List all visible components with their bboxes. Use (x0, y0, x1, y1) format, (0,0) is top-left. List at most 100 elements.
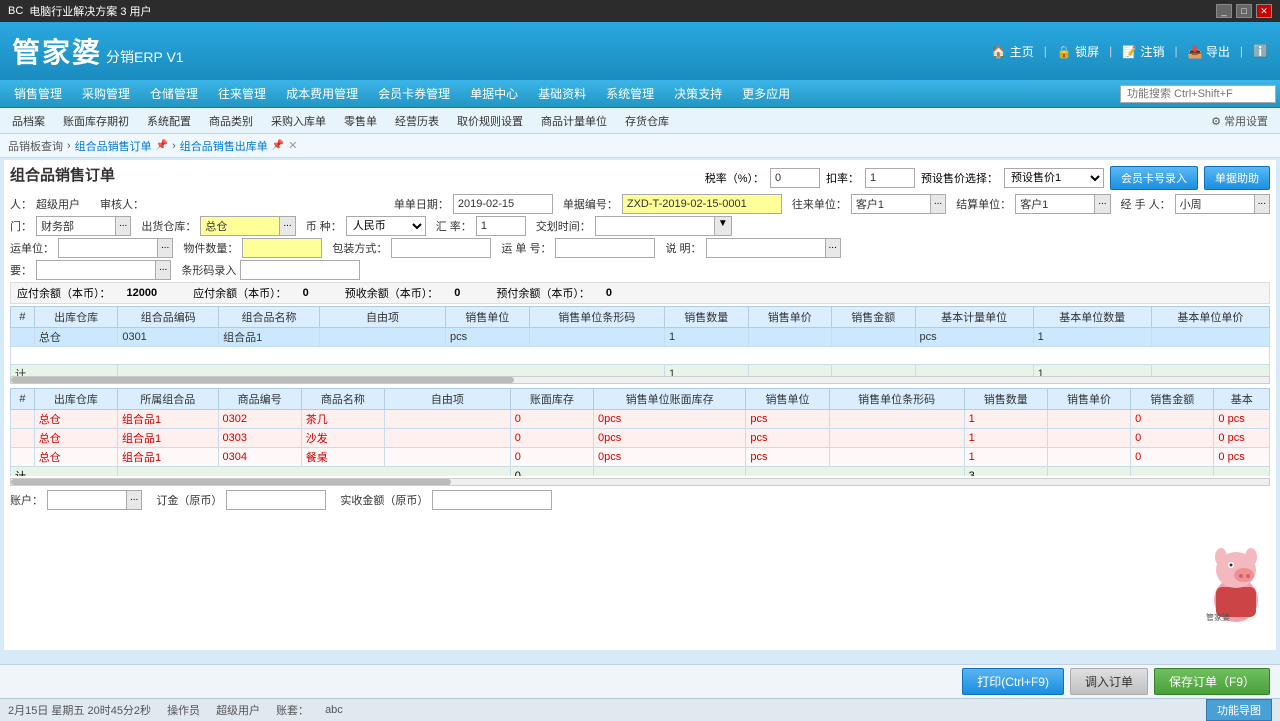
restore-btn[interactable]: □ (1236, 4, 1252, 18)
menu-sales[interactable]: 销售管理 (4, 80, 72, 108)
menu-decision[interactable]: 决策支持 (664, 80, 732, 108)
bottom-table-row[interactable]: 总仓 组合品1 0304 餐桌 0 0pcs pcs 1 0 0 pcs (11, 448, 1270, 467)
to-unit-btn[interactable]: ... (931, 194, 946, 214)
save-btn[interactable]: 保存订单（F9） (1154, 668, 1270, 695)
require-btn[interactable]: ... (156, 260, 171, 280)
pack-input[interactable] (391, 238, 491, 258)
sub-btn-config[interactable]: 系统配置 (139, 111, 199, 131)
barcode-input[interactable] (240, 260, 360, 280)
logo-sub: 分销ERP V1 (106, 47, 184, 67)
lock-nav[interactable]: 🔒 锁屏 (1057, 43, 1099, 60)
breadcrumb-item-1[interactable]: 品销板查询 (8, 138, 63, 154)
total-label: 计 (11, 365, 118, 377)
table-row[interactable]: 总仓 0301 组合品1 pcs 1 pcs 1 (11, 328, 1270, 347)
sub-btn-retail[interactable]: 零售单 (336, 111, 385, 131)
bcell-unit: pcs (746, 448, 829, 467)
menu-costs[interactable]: 成本费用管理 (276, 80, 368, 108)
price-select[interactable]: 预设售价1 (1004, 168, 1104, 188)
sub-btn-category[interactable]: 商品类别 (201, 111, 261, 131)
ship-no-label: 运 单 号： (501, 240, 551, 256)
to-unit-input[interactable] (851, 194, 931, 214)
sub-btn-warehouse[interactable]: 存货仓库 (617, 111, 677, 131)
order-amt-input[interactable] (226, 490, 326, 510)
menu-more[interactable]: 更多应用 (732, 80, 800, 108)
th-combo-name: 组合品名称 (219, 307, 320, 328)
bcell-warehouse: 总仓 (34, 410, 117, 429)
sub-btn-pricing[interactable]: 取价规则设置 (449, 111, 531, 131)
minimize-btn[interactable]: _ (1216, 4, 1232, 18)
dept-btn[interactable]: ... (116, 216, 131, 236)
bcell-stock: 0 (510, 429, 593, 448)
account-btn[interactable]: ... (127, 490, 142, 510)
shipping-unit-input[interactable] (58, 238, 158, 258)
menu-member[interactable]: 会员卡券管理 (368, 80, 460, 108)
sub-btn-init[interactable]: 账面库存期初 (55, 111, 137, 131)
status-account-label: 账套： (276, 702, 309, 718)
parts-qty-input[interactable] (242, 238, 322, 258)
bcell-combo: 组合品1 (118, 448, 219, 467)
account-input[interactable] (47, 490, 127, 510)
menu-purchase[interactable]: 采购管理 (72, 80, 140, 108)
sub-btn-purchase[interactable]: 采购入库单 (263, 111, 334, 131)
settings-btn[interactable]: ⚙ 常用设置 (1203, 111, 1276, 131)
exchange-input[interactable] (476, 216, 526, 236)
th-base-price: 基本单位单价 (1151, 307, 1269, 328)
discount-input[interactable] (865, 168, 915, 188)
home-nav[interactable]: 🏠 主页 (991, 43, 1033, 60)
remark-input[interactable] (706, 238, 826, 258)
member-card-btn[interactable]: 会员卡号录入 (1110, 166, 1198, 190)
bottom-table-row[interactable]: 总仓 组合品1 0303 沙发 0 0pcs pcs 1 0 0 pcs (11, 429, 1270, 448)
bcell-amount: 0 (1131, 429, 1214, 448)
shipping-unit-btn[interactable]: ... (158, 238, 173, 258)
bcell-name: 茶几 (301, 410, 384, 429)
bcell-free (385, 410, 511, 429)
require-input[interactable] (36, 260, 156, 280)
function-search[interactable] (1120, 85, 1276, 103)
menu-warehouse[interactable]: 仓储管理 (140, 80, 208, 108)
info-nav[interactable]: ℹ️ (1253, 44, 1268, 58)
warehouse-input[interactable] (200, 216, 280, 236)
warehouse-btn[interactable]: ... (280, 216, 295, 236)
manager-btn[interactable]: ... (1255, 194, 1270, 214)
print-btn[interactable]: 打印(Ctrl+F9) (962, 668, 1064, 695)
export-nav[interactable]: 📤 导出 (1188, 43, 1230, 60)
import-btn[interactable]: 调入订单 (1070, 668, 1148, 695)
close-btn[interactable]: ✕ (1256, 4, 1272, 18)
dept-input[interactable] (36, 216, 116, 236)
tax-rate-input[interactable] (770, 168, 820, 188)
status-operator-label: 操作员 (167, 702, 200, 718)
ship-no-input[interactable] (555, 238, 655, 258)
cell-price (748, 328, 832, 347)
breadcrumb-icon-2: 📌 (156, 140, 168, 151)
breadcrumb-item-2[interactable]: 组合品销售订单 (75, 138, 152, 154)
exchange-time-input[interactable] (595, 216, 715, 236)
manager-input[interactable] (1175, 194, 1255, 214)
actual-amt-input[interactable] (432, 490, 552, 510)
sub-btn-archive[interactable]: 品档案 (4, 111, 53, 131)
breadcrumb-close-3[interactable]: ✕ (288, 139, 297, 152)
date-input[interactable] (453, 194, 553, 214)
bottom-table-row[interactable]: 总仓 组合品1 0302 茶几 0 0pcs pcs 1 0 0 pcs (11, 410, 1270, 429)
breadcrumb-item-3[interactable]: 组合品销售出库单 (180, 138, 268, 154)
exchange-time-btn[interactable]: ▼ (715, 216, 732, 236)
menu-system[interactable]: 系统管理 (596, 80, 664, 108)
remark-btn[interactable]: ... (826, 238, 841, 258)
menu-basic[interactable]: 基础资料 (528, 80, 596, 108)
sub-btn-unit[interactable]: 商品计量单位 (533, 111, 615, 131)
function-map-btn[interactable]: 功能导图 (1206, 699, 1272, 721)
menu-contacts[interactable]: 往来管理 (208, 80, 276, 108)
logout-nav[interactable]: 📝 注销 (1122, 43, 1164, 60)
assist-btn[interactable]: 单据助助 (1204, 166, 1270, 190)
settle-unit-btn[interactable]: ... (1095, 194, 1110, 214)
settle-unit-input[interactable] (1015, 194, 1095, 214)
sub-btn-history[interactable]: 经营历表 (387, 111, 447, 131)
bcell-qty: 1 (964, 429, 1047, 448)
currency-select[interactable]: 人民币 (346, 216, 426, 236)
order-no-input[interactable] (622, 194, 782, 214)
btotal-unit-stock (593, 467, 745, 477)
order-amt-label: 订金（原币） (156, 492, 222, 508)
exchange-time-label: 交划时间： (536, 218, 591, 234)
btotal-base (1214, 467, 1270, 477)
menu-bills[interactable]: 单据中心 (460, 80, 528, 108)
th-unit: 销售单位 (446, 307, 530, 328)
